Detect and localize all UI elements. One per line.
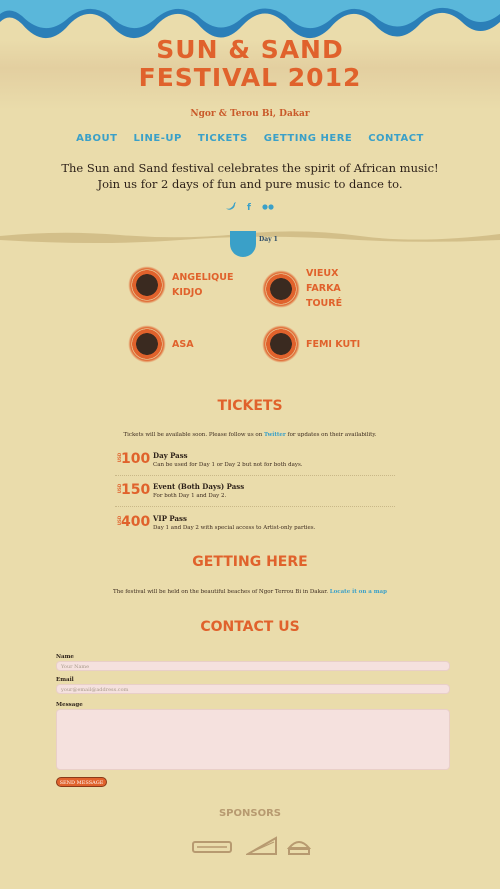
intro-text: The Sun and Sand festival celebrates the… [61,161,439,191]
sponsor-logo-3-icon[interactable] [286,834,312,858]
artist-name: ASA [172,338,194,350]
email-field[interactable]: your@email@address.com [56,684,450,694]
tickets-title: TICKETS [217,398,283,414]
price-value: 150 [121,482,151,498]
getting-here-text: The festival will be held on the beautif… [0,589,500,595]
main-nav: ABOUT LINE-UP TICKETS GETTING HERE CONTA… [0,133,500,144]
ticket-price: USD 100 [115,451,153,467]
ticket-desc: Can be used for Day 1 or Day 2 but not f… [153,462,303,468]
currency-label: USD [117,483,123,494]
artist-portrait [262,269,300,308]
nav-tickets[interactable]: TICKETS [198,133,248,144]
sponsors-title: SPONSORS [218,808,281,819]
artist-portrait [262,325,300,363]
artist-angelique-kidjo[interactable]: ANGELIQUE KIDJO [128,266,242,304]
map-link[interactable]: Locate it on a map [330,589,387,595]
ticket-day-pass: USD 100 Day Pass Can be used for Day 1 or … [115,451,395,468]
artist-name: KIDJO [172,287,203,298]
ticket-price: USD 400 [115,514,153,530]
nav-about[interactable]: ABOUT [76,133,117,144]
message-field[interactable] [56,709,450,770]
ticket-event-pass: USD 150 Event (Both Days) Pass For both Da… [115,482,395,499]
tickets-note-suffix: for updates on their availability. [285,432,377,438]
message-label: Message [56,702,83,708]
sponsor-logo-1-icon[interactable] [191,834,235,858]
ticket-name: Day Pass [153,451,188,460]
day-badge[interactable] [230,231,256,257]
price-value: 100 [121,451,151,467]
nav-getting-here[interactable]: GETTING HERE [264,133,352,144]
email-label: Email [56,677,74,683]
festival-title: SUN & SAND FESTIVAL 2012 [0,36,500,92]
flickr-icon[interactable] [262,203,274,213]
tickets-note: Tickets will be available soon. Please f… [0,432,500,438]
day-label: Day 1 [259,236,278,243]
location-text: Ngor & Terou Bi, Dakar [190,109,310,119]
twitter-icon[interactable] [226,202,239,213]
price-value: 400 [121,514,151,530]
sponsor-logo-2-icon[interactable] [246,834,278,858]
artist-vieux-farka-toure[interactable]: VIEUX FARKA TOURÉ [262,266,376,311]
artist-portrait [128,325,166,363]
title-line-2: FESTIVAL 2012 [138,63,362,92]
facebook-icon[interactable]: f [247,203,251,213]
tickets-note-prefix: Tickets will be available soon. Please f… [123,432,264,438]
ticket-desc: Day 1 and Day 2 with special access to A… [153,525,316,531]
artist-portrait [128,266,166,304]
artist-name: TOURÉ [306,298,343,309]
twitter-link[interactable]: Twitter [264,432,286,438]
nav-line-up[interactable]: LINE-UP [133,133,181,144]
artist-name: FEMI KUTI [306,338,361,350]
currency-label: USD [117,515,123,526]
name-label: Name [56,654,74,660]
ticket-name: Event (Both Days) Pass [153,482,245,491]
social-links: f [0,202,500,213]
ticket-desc: For both Day 1 and Day 2. [153,493,227,499]
contact-title: CONTACT US [200,619,300,635]
ticket-name: VIP Pass [153,514,187,523]
currency-label: USD [117,452,123,463]
name-field[interactable]: Your Name [56,661,450,671]
getting-here-desc: The festival will be held on the beautif… [113,589,328,595]
artist-asa[interactable]: ASA [128,325,242,363]
send-message-button[interactable]: SEND MESSAGE [56,777,107,787]
artist-name: ANGELIQUE [172,272,234,283]
nav-contact[interactable]: CONTACT [368,133,424,144]
title-line-1: SUN & SAND [156,35,344,64]
ticket-divider [115,475,395,476]
artist-femi-kuti[interactable]: FEMI KUTI [262,325,376,363]
ticket-vip-pass: USD 400 VIP Pass Day 1 and Day 2 with spec… [115,514,395,531]
getting-here-title: GETTING HERE [192,554,308,570]
ticket-divider [115,506,395,507]
artist-name: VIEUX FARKA [306,268,341,294]
ticket-price: USD 150 [115,482,153,498]
